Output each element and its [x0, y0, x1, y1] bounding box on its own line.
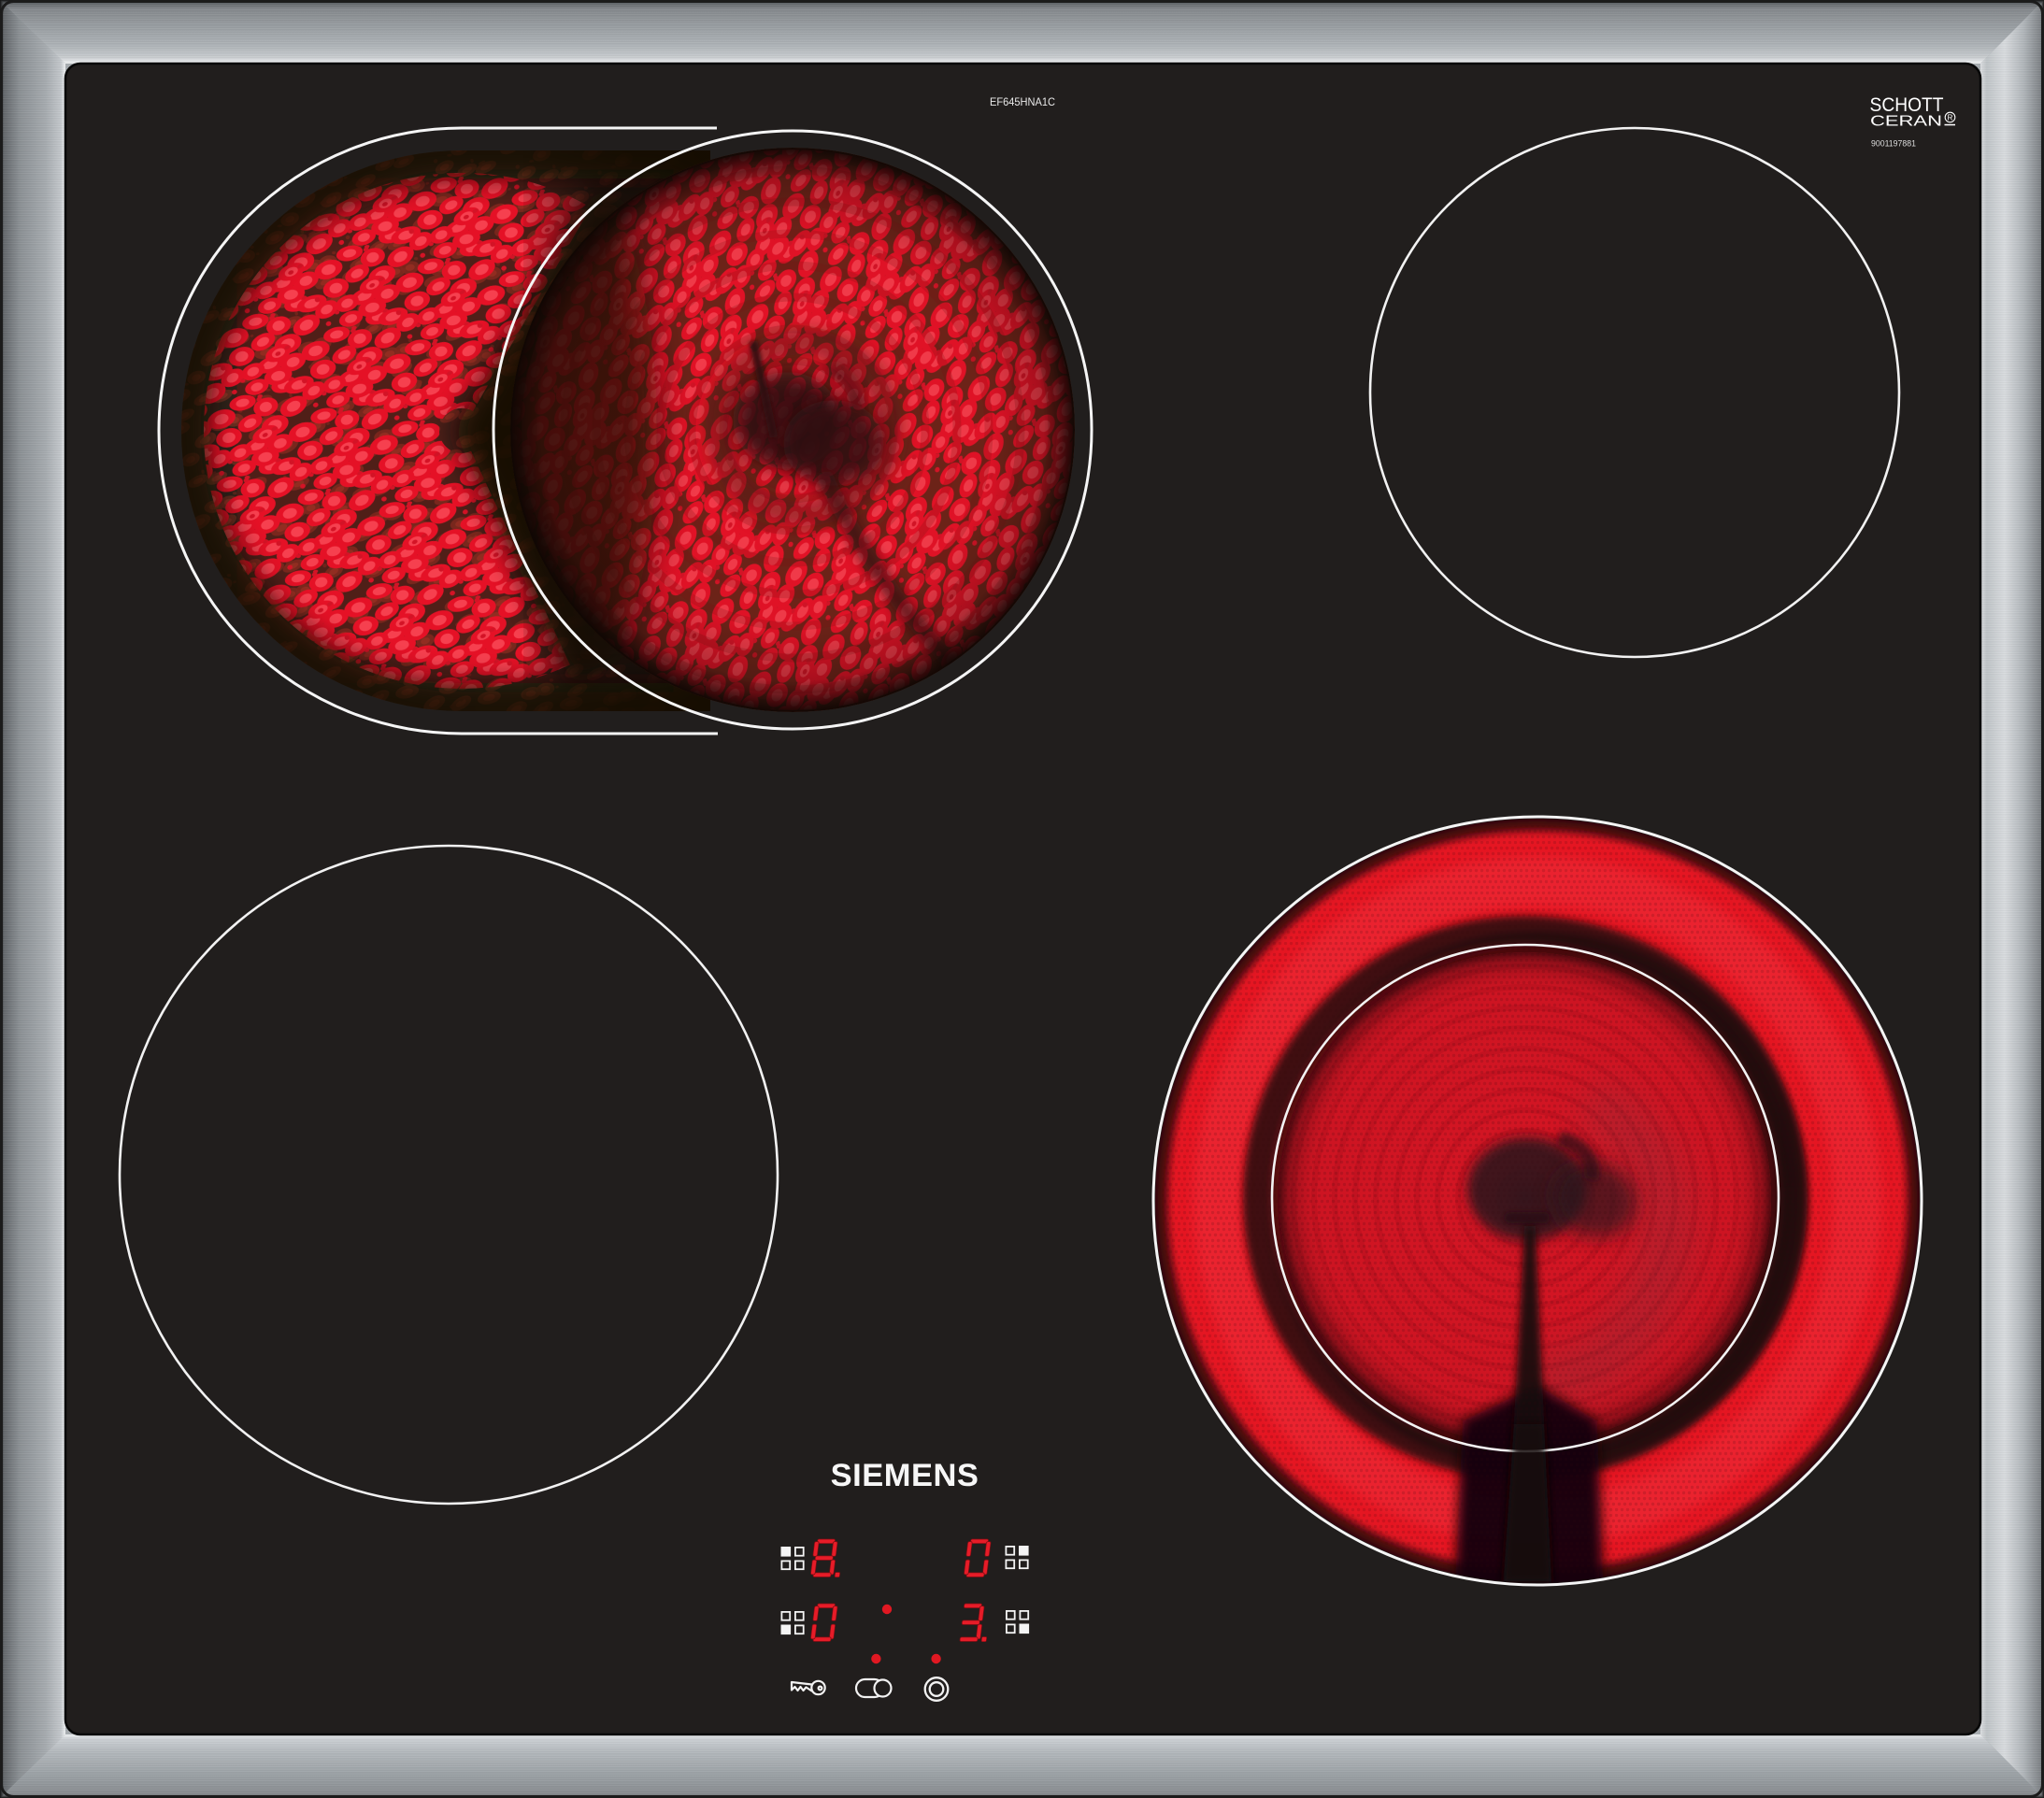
svg-text:R: R [1948, 113, 1953, 121]
svg-text:CERAN: CERAN [1870, 114, 1942, 130]
svg-text:9001197881: 9001197881 [1871, 138, 1916, 149]
svg-text:SIEMENS: SIEMENS [831, 1458, 979, 1493]
svg-text:EF645HNA1C: EF645HNA1C [990, 95, 1055, 108]
